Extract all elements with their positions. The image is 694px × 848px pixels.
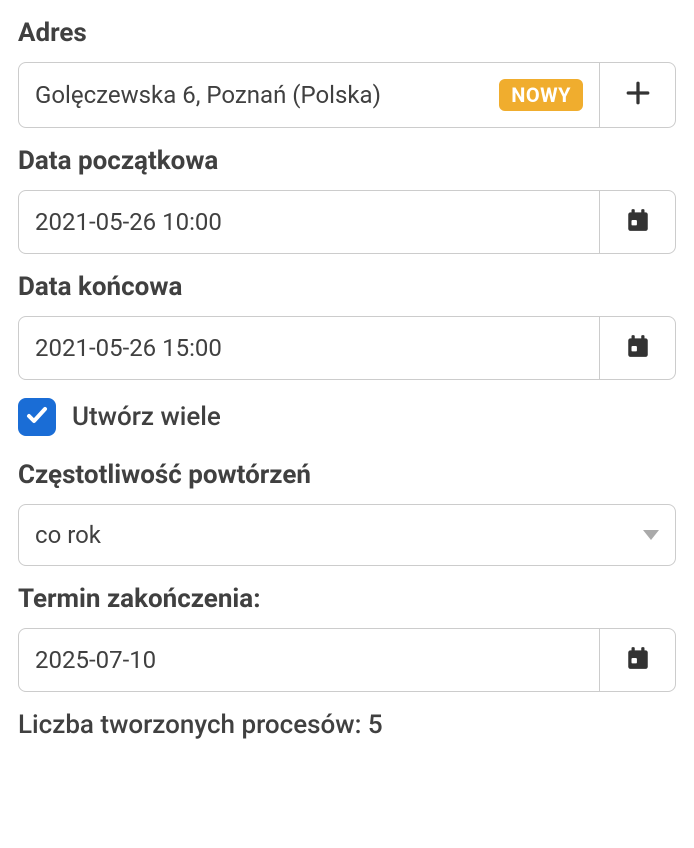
- create-many-checkbox[interactable]: [18, 398, 56, 436]
- address-input[interactable]: Golęczewska 6, Poznań (Polska) NOWY: [18, 62, 600, 128]
- add-address-button[interactable]: [600, 62, 676, 128]
- start-date-label: Data początkowa: [18, 146, 676, 176]
- start-date-input[interactable]: 2021-05-26 10:00: [18, 190, 600, 254]
- calendar-icon: [625, 207, 651, 237]
- new-badge: NOWY: [499, 79, 583, 111]
- frequency-label: Częstotliwość powtórzeń: [18, 460, 676, 490]
- end-date-label: Data końcowa: [18, 272, 676, 302]
- start-date-value: 2021-05-26 10:00: [35, 208, 222, 236]
- calendar-icon: [625, 645, 651, 675]
- address-value: Golęczewska 6, Poznań (Polska): [35, 81, 381, 109]
- create-many-label: Utwórz wiele: [72, 402, 221, 432]
- check-icon: [25, 403, 49, 431]
- termination-date-input[interactable]: 2025-07-10: [18, 628, 600, 692]
- calendar-icon: [625, 333, 651, 363]
- termination-date-value: 2025-07-10: [35, 646, 156, 674]
- process-count-summary: Liczba tworzonych procesów: 5: [18, 710, 676, 740]
- chevron-down-icon: [643, 530, 659, 540]
- plus-icon: [625, 80, 651, 110]
- end-date-picker-button[interactable]: [600, 316, 676, 380]
- end-date-input[interactable]: 2021-05-26 15:00: [18, 316, 600, 380]
- start-date-picker-button[interactable]: [600, 190, 676, 254]
- end-date-value: 2021-05-26 15:00: [35, 334, 222, 362]
- frequency-value: co rok: [35, 521, 101, 549]
- address-label: Adres: [18, 18, 676, 48]
- frequency-select[interactable]: co rok: [18, 504, 676, 566]
- termination-label: Termin zakończenia:: [18, 584, 676, 614]
- termination-date-picker-button[interactable]: [600, 628, 676, 692]
